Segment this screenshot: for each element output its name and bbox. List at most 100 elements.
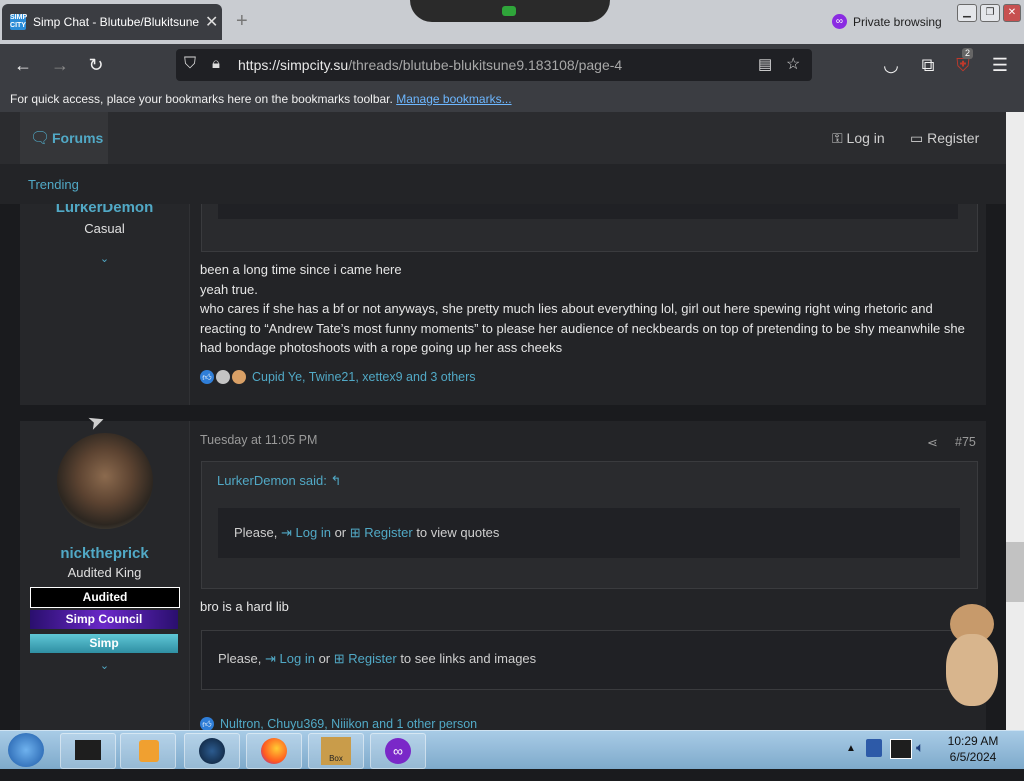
badge-simp: Simp (30, 634, 178, 653)
quote-inner-placeholder (218, 204, 958, 219)
nav-tab-forums[interactable]: 🗨︎ Forums (20, 112, 108, 164)
register-link[interactable]: ▭ Register (910, 130, 979, 147)
taskbar-app-media[interactable] (120, 733, 176, 769)
favicon-icon: SIMP CITY (10, 14, 28, 30)
like-reaction-icon: 👍︎ (200, 370, 214, 384)
expand-user-chevron-icon[interactable]: ⌄ (20, 252, 189, 265)
message-body: been a long time since i came here yeah … (200, 260, 975, 358)
show-hidden-icons[interactable]: ▲ (846, 743, 856, 754)
page-scrollbar[interactable] (1006, 112, 1024, 730)
quote-register-link[interactable]: ⊞ Register (350, 525, 413, 540)
user-title: Audited King (67, 565, 142, 580)
url-text[interactable]: https://simpcity.su/threads/blutube-bluk… (238, 57, 622, 73)
like-reaction-icon: 👍︎ (200, 717, 214, 730)
message-line: been a long time since i came here (200, 262, 402, 277)
post-number-link[interactable]: #75 (955, 435, 976, 449)
notch-light-icon (502, 6, 516, 16)
minimize-button[interactable]: ▁ (957, 4, 977, 22)
ublock-icon[interactable]: ⛨ 2 (950, 48, 976, 78)
taskbar-app-globe[interactable] (184, 733, 240, 769)
links-login-link[interactable]: ⇥ Log in (265, 651, 315, 666)
scrollbar-thumb[interactable] (1006, 542, 1024, 602)
user-title: Casual (84, 221, 125, 236)
reload-icon[interactable]: ↻ (83, 52, 109, 78)
quote-login-link[interactable]: ⇥ Log in (281, 525, 331, 540)
taskbar-app-box[interactable]: Box (308, 733, 364, 769)
bookmarks-hint-text: For quick access, place your bookmarks h… (10, 92, 393, 106)
extension-badge: 2 (962, 48, 974, 59)
menu-icon[interactable]: ☰ (987, 52, 1013, 78)
login-label: Log in (846, 130, 885, 146)
username-link[interactable]: nicktheprick (20, 545, 189, 562)
url-host: https://simpcity.su (238, 57, 349, 73)
start-button[interactable] (8, 733, 44, 767)
taskbar-app-private[interactable]: ∞ (370, 733, 426, 769)
app-icon (75, 740, 101, 760)
login-link[interactable]: ⚿ Log in (832, 130, 885, 147)
network-tray-icon[interactable] (890, 739, 912, 759)
taskbar-app-firefox[interactable] (246, 733, 302, 769)
bookmarks-hint: For quick access, place your bookmarks h… (10, 92, 512, 106)
sub-nav: Trending (0, 164, 1006, 204)
bookmarks-toolbar: For quick access, place your bookmarks h… (0, 86, 1024, 112)
jump-to-quote-icon: ↰ (330, 473, 342, 488)
avatar[interactable] (57, 433, 153, 529)
post-timestamp[interactable]: Tuesday at 11:05 PM (200, 433, 317, 447)
shield-icon[interactable]: ⛉ (184, 55, 196, 73)
prompt-or: or (318, 651, 331, 666)
restore-button[interactable]: ❐ (980, 4, 1000, 22)
extensions-icon[interactable]: ⧉ (915, 52, 941, 78)
windows-taskbar: Box ∞ ▲ 🔈︎ (0, 730, 1024, 769)
taskbar-app-explorer[interactable] (60, 733, 116, 769)
webcam-notch (410, 0, 610, 22)
app-icon (139, 740, 159, 762)
links-register-link[interactable]: ⊞ Register (334, 651, 397, 666)
prompt-prefix: Please, (218, 651, 262, 666)
quote-login-prompt: Please, ⇥ Log in or ⊞ Register to view q… (218, 508, 960, 558)
badge-audited: Audited (30, 587, 180, 608)
login-text: Log in (279, 651, 315, 666)
clipboard-icon: ▭ (910, 130, 924, 146)
reactions-bar[interactable]: 👍︎ Cupid Ye, Twine21, xettex9 and 3 othe… (200, 370, 476, 384)
message-line: who cares if she has a bf or not anyways… (200, 301, 965, 355)
new-tab-icon[interactable]: + (236, 10, 248, 33)
browser-navbar: ← → ↻ ⛉ 🔒︎ https://simpcity.su/threads/b… (0, 44, 1024, 86)
url-bar[interactable]: ⛉ 🔒︎ https://simpcity.su/threads/blutube… (176, 49, 812, 81)
back-icon[interactable]: ← (10, 52, 36, 78)
prompt-suffix: to see links and images (400, 651, 537, 666)
manage-bookmarks-link[interactable]: Manage bookmarks... (396, 92, 511, 106)
nav-forums-label: Forums (52, 130, 104, 146)
pocket-icon[interactable]: ◡ (878, 52, 904, 78)
quote-block: LurkerDemon said: ↰ Please, ⇥ Log in or … (201, 461, 978, 589)
clock-time: 10:29 AM (947, 734, 999, 748)
pin-icon: ➤ (84, 408, 109, 436)
volume-tray-icon[interactable]: 🔈︎ (916, 739, 932, 757)
reaction-icon (216, 370, 230, 384)
reader-view-icon[interactable]: ▤ (758, 55, 772, 73)
taskbar-clock[interactable]: 10:29 AM 6/5/2024 (938, 733, 1008, 765)
site-header: 🗨︎ Forums ⚿ Log in ▭ Register Trending (0, 112, 1006, 204)
reactions-list[interactable]: Cupid Ye, Twine21, xettex9 and 3 others (252, 370, 476, 384)
links-login-prompt: Please, ⇥ Log in or ⊞ Register to see li… (201, 630, 978, 690)
nav-trending-link[interactable]: Trending (28, 177, 79, 192)
quote-author-link[interactable]: LurkerDemon said: ↰ (217, 473, 341, 489)
reactions-list[interactable]: Nultron, Chuyu369, Niiikon and 1 other p… (220, 717, 477, 730)
user-pane: ➤ nicktheprick Audited King Audited Simp… (20, 409, 190, 730)
close-window-button[interactable]: ✕ (1003, 4, 1021, 22)
hamster-sticker (944, 604, 1004, 708)
forward-icon[interactable]: → (47, 52, 73, 78)
hamster-body-icon (946, 634, 998, 706)
username-link[interactable]: LurkerDemon (20, 204, 189, 216)
lock-icon[interactable]: 🔒︎ (212, 55, 220, 72)
browser-tab-active[interactable]: SIMP CITY Simp Chat - Blutube/Blukitsune… (2, 4, 222, 40)
key-icon: ⚿ (832, 130, 843, 146)
security-tray-icon[interactable] (866, 739, 882, 757)
expand-user-chevron-icon[interactable]: ⌄ (20, 659, 189, 672)
share-icon[interactable]: ⋖ (927, 435, 938, 451)
prompt-prefix: Please, (234, 525, 278, 540)
reactions-bar[interactable]: 👍︎ Nultron, Chuyu369, Niiikon and 1 othe… (200, 717, 477, 730)
bookmark-star-icon[interactable]: ☆ (786, 54, 800, 74)
tab-close-icon[interactable]: ✕ (205, 12, 218, 32)
prompt-or: or (334, 525, 347, 540)
url-path: /threads/blutube-blukitsune9.183108/page… (348, 57, 623, 73)
